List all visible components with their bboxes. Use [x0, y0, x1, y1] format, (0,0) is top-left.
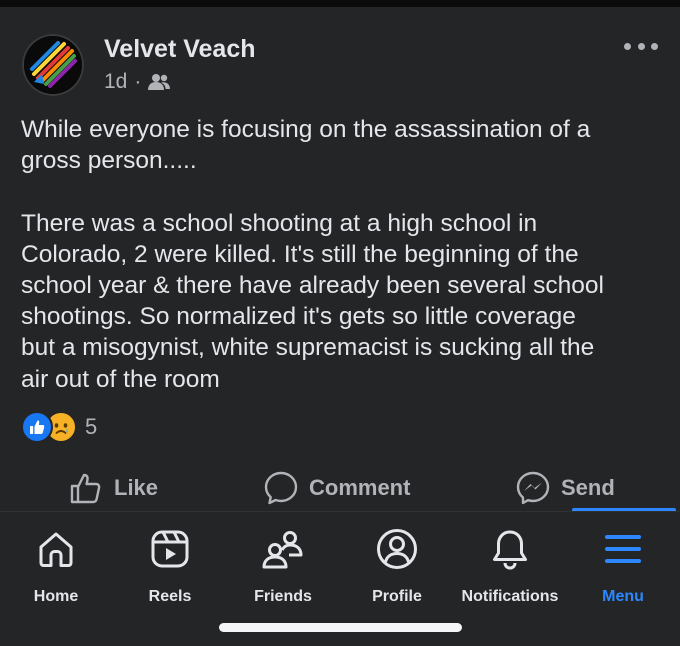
tab-reels[interactable]: Reels — [110, 526, 230, 606]
meta-separator: · — [134, 70, 142, 93]
more-options-icon — [624, 42, 631, 50]
send-label: Send — [561, 475, 615, 500]
tab-label: Profile — [372, 588, 422, 605]
home-indicator[interactable] — [219, 623, 462, 632]
post-meta: 1d · — [104, 70, 171, 94]
post-actions: Like Comment Send — [0, 466, 680, 510]
send-button[interactable]: Send — [515, 466, 615, 510]
friends-audience-icon — [148, 74, 171, 90]
tab-label: Menu — [602, 588, 644, 605]
menu-icon — [605, 535, 641, 563]
tab-menu[interactable]: Menu — [563, 526, 680, 606]
post-time[interactable]: 1d — [104, 70, 127, 94]
bell-icon — [493, 530, 527, 570]
post-body: While everyone is focusing on the assass… — [21, 116, 604, 393]
like-button[interactable]: Like — [68, 466, 158, 510]
profile-icon — [377, 529, 417, 569]
avatar-image — [24, 36, 82, 94]
author-name[interactable]: Velvet Veach — [104, 35, 256, 64]
more-options-button[interactable] — [624, 36, 658, 56]
top-edge — [0, 0, 680, 7]
more-dot — [651, 42, 658, 50]
reaction-count: 5 — [85, 414, 98, 439]
tab-label: Reels — [148, 588, 192, 605]
home-icon — [39, 532, 73, 567]
thumbs-up-icon — [70, 473, 101, 504]
author-avatar[interactable] — [22, 34, 84, 96]
like-label: Like — [114, 475, 159, 500]
tab-profile[interactable]: Profile — [337, 526, 457, 606]
friends-icon — [262, 531, 303, 569]
messenger-icon — [516, 471, 550, 505]
reaction-summary[interactable]: 5 — [21, 411, 97, 443]
tab-label: Notifications — [461, 588, 559, 605]
more-dot — [637, 42, 645, 50]
tab-notifications[interactable]: Notifications — [450, 526, 570, 606]
comment-label: Comment — [309, 475, 411, 500]
reels-icon — [151, 530, 189, 568]
tab-label: Home — [33, 588, 79, 605]
comment-bubble-icon — [264, 471, 298, 505]
tab-friends[interactable]: Friends — [223, 526, 343, 606]
comment-button[interactable]: Comment — [263, 466, 410, 510]
tab-label: Friends — [254, 588, 312, 605]
tab-home[interactable]: Home — [0, 526, 116, 606]
like-reaction-icon — [21, 411, 53, 443]
